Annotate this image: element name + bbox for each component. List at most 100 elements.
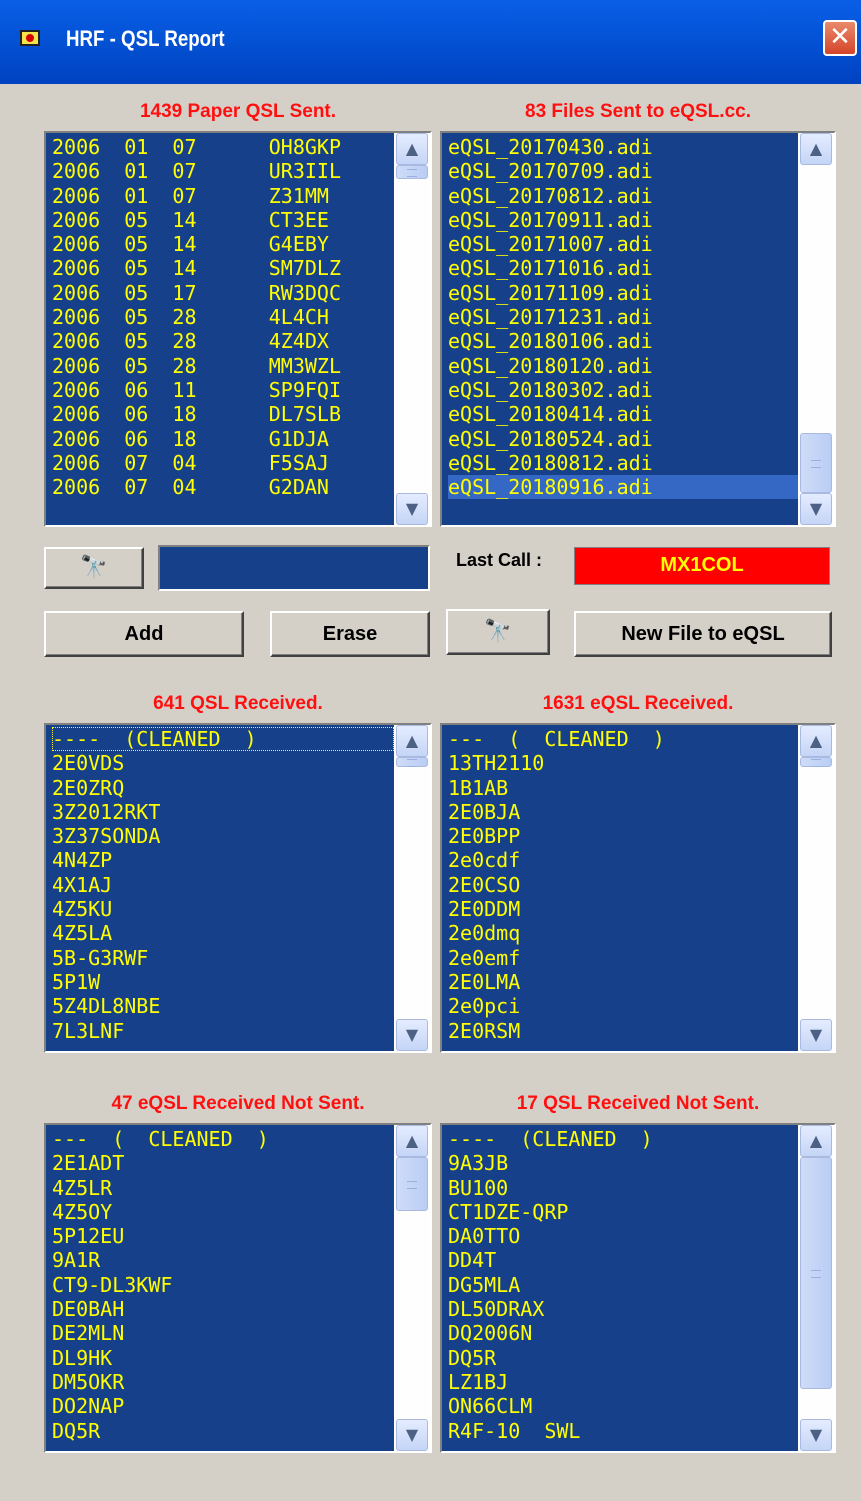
list-item[interactable]: 2E0RSM	[448, 1019, 798, 1043]
list-item[interactable]: 5B-G3RWF	[52, 946, 394, 970]
list-item[interactable]: 2006 05 14 SM7DLZ	[52, 256, 394, 280]
list-item[interactable]: DM5OKR	[52, 1370, 394, 1394]
scroll-down-icon[interactable]: ▼	[800, 493, 832, 525]
list-item[interactable]: 2E0VDS	[52, 751, 394, 775]
list-item[interactable]: eQSL_20170911.adi	[448, 208, 798, 232]
list-item[interactable]: DE0BAH	[52, 1297, 394, 1321]
list-item[interactable]: 13TH2110	[448, 751, 798, 775]
list-item[interactable]: 2E1ADT	[52, 1151, 394, 1175]
scroll-up-icon[interactable]: ▲	[800, 725, 832, 757]
scroll-thumb[interactable]	[396, 757, 428, 767]
scroll-thumb[interactable]	[800, 757, 832, 767]
scroll-down-icon[interactable]: ▼	[800, 1019, 832, 1051]
new-file-button[interactable]: New File to eQSL	[574, 611, 832, 657]
list-item[interactable]: 3Z2012RKT	[52, 800, 394, 824]
scroll-down-icon[interactable]: ▼	[396, 1019, 428, 1051]
list-item[interactable]: --- ( CLEANED )	[52, 1127, 394, 1151]
search-button[interactable]: 🔭	[44, 547, 144, 589]
list-item[interactable]: DL9HK	[52, 1346, 394, 1370]
list-item[interactable]: --- ( CLEANED )	[448, 727, 798, 751]
list-item[interactable]: eQSL_20180106.adi	[448, 329, 798, 353]
list-item[interactable]: 2E0LMA	[448, 970, 798, 994]
scroll-up-icon[interactable]: ▲	[396, 1125, 428, 1157]
list-item[interactable]: 2006 05 28 MM3WZL	[52, 354, 394, 378]
list-item[interactable]: 9A1R	[52, 1248, 394, 1272]
list-item[interactable]: eQSL_20180414.adi	[448, 402, 798, 426]
list-item[interactable]: 2E0CSO	[448, 873, 798, 897]
list-item[interactable]: DG5MLA	[448, 1273, 798, 1297]
list-item[interactable]: ---- (CLEANED )	[52, 727, 394, 752]
list-item[interactable]: R4F-10 SWL	[448, 1419, 798, 1443]
list-item[interactable]: 2e0dmq	[448, 921, 798, 945]
list-item[interactable]: 2006 05 28 4L4CH	[52, 305, 394, 329]
list-item[interactable]: 2E0ZRQ	[52, 776, 394, 800]
list-item[interactable]: 2006 01 07 OH8GKP	[52, 135, 394, 159]
eqsl-not-sent-list[interactable]: --- ( CLEANED ) 2E1ADT 4Z5LR 4Z5OY 5P12EU 9A1…	[44, 1123, 432, 1453]
list-item[interactable]: DA0TTO	[448, 1224, 798, 1248]
list-item[interactable]: DE2MLN	[52, 1321, 394, 1345]
list-item[interactable]: 2006 05 17 RW3DQC	[52, 281, 394, 305]
list-item[interactable]: 4N4ZP	[52, 848, 394, 872]
list-item[interactable]: 2006 05 14 CT3EE	[52, 208, 394, 232]
eqsl-received-list[interactable]: --- ( CLEANED ) 13TH2110 1B1AB 2E0BJA 2E0BPP…	[440, 723, 836, 1053]
list-item[interactable]: 2E0BPP	[448, 824, 798, 848]
list-item[interactable]: 2006 06 18 G1DJA	[52, 427, 394, 451]
add-button[interactable]: Add	[44, 611, 244, 657]
qsl-received-scrollbar[interactable]: ▲ ▼	[394, 725, 430, 1051]
list-item[interactable]: 2006 01 07 Z31MM	[52, 184, 394, 208]
search-input[interactable]	[158, 545, 430, 591]
qsl-received-list[interactable]: ---- (CLEANED ) 2E0VDS 2E0ZRQ 3Z2012RKT 3Z37…	[44, 723, 432, 1053]
scroll-thumb[interactable]	[396, 165, 428, 179]
list-item[interactable]: eQSL_20170812.adi	[448, 184, 798, 208]
paper-sent-list[interactable]: 2006 01 07 OH8GKP 2006 01 07 UR3IIL 2006 0…	[44, 131, 432, 527]
list-item[interactable]: 2e0pci	[448, 994, 798, 1018]
list-item[interactable]: BU100	[448, 1176, 798, 1200]
list-item[interactable]: 5P12EU	[52, 1224, 394, 1248]
erase-button[interactable]: Erase	[270, 611, 430, 657]
scroll-down-icon[interactable]: ▼	[396, 493, 428, 525]
list-item[interactable]: 9A3JB	[448, 1151, 798, 1175]
eqsl-search-button[interactable]: 🔭	[446, 609, 550, 655]
list-item[interactable]: 2e0cdf	[448, 848, 798, 872]
list-item[interactable]: DD4T	[448, 1248, 798, 1272]
list-item[interactable]: 2006 06 18 DL7SLB	[52, 402, 394, 426]
list-item[interactable]: 1B1AB	[448, 776, 798, 800]
eqsl-not-sent-scrollbar[interactable]: ▲ ▼	[394, 1125, 430, 1451]
list-item[interactable]: eQSL_20180916.adi	[448, 475, 798, 500]
list-item[interactable]: 2E0BJA	[448, 800, 798, 824]
scroll-up-icon[interactable]: ▲	[396, 725, 428, 757]
list-item[interactable]: 2006 05 28 4Z4DX	[52, 329, 394, 353]
list-item[interactable]: eQSL_20171016.adi	[448, 256, 798, 280]
list-item[interactable]: 5Z4DL8NBE	[52, 994, 394, 1018]
list-item[interactable]: 4Z5LA	[52, 921, 394, 945]
scroll-up-icon[interactable]: ▲	[396, 133, 428, 165]
list-item[interactable]: 2006 06 11 SP9FQI	[52, 378, 394, 402]
list-item[interactable]: 2E0DDM	[448, 897, 798, 921]
list-item[interactable]: DL50DRAX	[448, 1297, 798, 1321]
eqsl-received-scrollbar[interactable]: ▲ ▼	[798, 725, 834, 1051]
list-item[interactable]: LZ1BJ	[448, 1370, 798, 1394]
list-item[interactable]: DQ5R	[52, 1419, 394, 1443]
list-item[interactable]: eQSL_20171007.adi	[448, 232, 798, 256]
list-item[interactable]: eQSL_20170709.adi	[448, 159, 798, 183]
list-item[interactable]: CT1DZE-QRP	[448, 1200, 798, 1224]
scroll-up-icon[interactable]: ▲	[800, 1125, 832, 1157]
list-item[interactable]: 4Z5OY	[52, 1200, 394, 1224]
list-item[interactable]: 4Z5LR	[52, 1176, 394, 1200]
list-item[interactable]: 5P1W	[52, 970, 394, 994]
list-item[interactable]: DQ5R	[448, 1346, 798, 1370]
list-item[interactable]: 7L3LNF	[52, 1019, 394, 1043]
list-item[interactable]: 2006 07 04 F5SAJ	[52, 451, 394, 475]
list-item[interactable]: eQSL_20180524.adi	[448, 427, 798, 451]
list-item[interactable]: eQSL_20171109.adi	[448, 281, 798, 305]
list-item[interactable]: eQSL_20180812.adi	[448, 451, 798, 475]
scroll-thumb[interactable]	[396, 1157, 428, 1211]
list-item[interactable]: ON66CLM	[448, 1394, 798, 1418]
list-item[interactable]: eQSL_20170430.adi	[448, 135, 798, 159]
list-item[interactable]: 2e0emf	[448, 946, 798, 970]
list-item[interactable]: CT9-DL3KWF	[52, 1273, 394, 1297]
eqsl-files-list[interactable]: eQSL_20170430.adi eQSL_20170709.adi eQSL_2…	[440, 131, 836, 527]
list-item[interactable]: DQ2006N	[448, 1321, 798, 1345]
list-item[interactable]: 2006 07 04 G2DAN	[52, 475, 394, 499]
list-item[interactable]: eQSL_20171231.adi	[448, 305, 798, 329]
